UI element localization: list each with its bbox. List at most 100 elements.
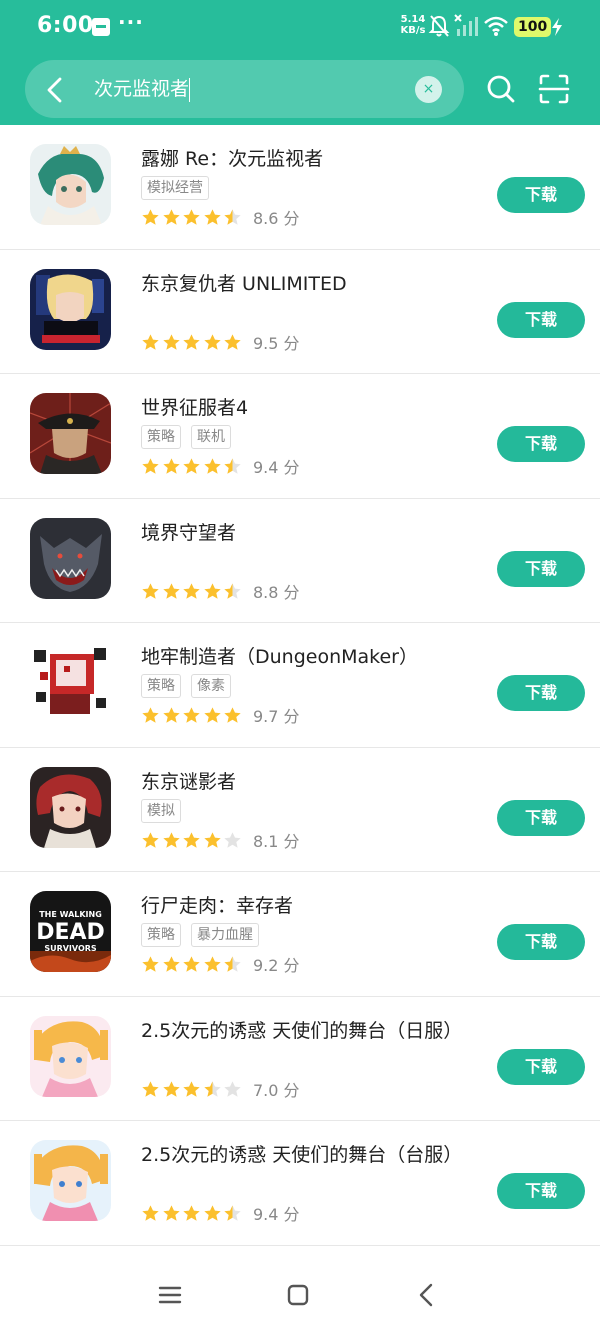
star-icon-full <box>203 956 221 972</box>
network-speed: 5.14 KB/s <box>398 14 428 36</box>
rating-score: 9.4 分 <box>253 1205 300 1224</box>
pixel-dungeon-icon[interactable] <box>30 642 111 723</box>
star-icon-half <box>224 1205 241 1221</box>
app-name[interactable]: 东京谜影者 <box>141 767 236 794</box>
star-rating <box>141 456 244 480</box>
anime-blonde-girl-icon[interactable] <box>30 1015 111 1097</box>
search-icon[interactable] <box>484 72 518 106</box>
red-hair-character-icon[interactable] <box>30 766 111 848</box>
star-icon-full <box>224 333 241 350</box>
anime-blonde-girl-icon-2[interactable] <box>30 1140 111 1221</box>
app-name[interactable]: 世界征服者4 <box>141 393 248 420</box>
scan-icon[interactable] <box>537 72 571 106</box>
anime-green-hair-character-icon[interactable] <box>30 144 111 225</box>
app-list-item[interactable]: 世界征服者4 策略 联机 9.4 分 下载 <box>0 374 600 499</box>
star-icon-full <box>162 707 180 723</box>
star-icon-full <box>203 831 221 848</box>
app-list-item[interactable]: THE WALKING DEAD SURVIVORS 行尸走肉：幸存者 策略 暴力血腥 9.… <box>0 872 600 997</box>
charging-bolt-icon <box>552 18 562 36</box>
app-name[interactable]: 东京复仇者 UNLIMITED <box>141 269 347 296</box>
search-results-list: 露娜 Re：次元监视者 模拟经营 8.6 分下载 东京复仇者 UNLIMITED 9.5… <box>0 125 600 1246</box>
star-icon-full <box>203 582 221 599</box>
star-rating <box>141 705 244 729</box>
search-field[interactable] <box>25 60 464 118</box>
more-notifications-icon: ··· <box>118 10 144 34</box>
app-tags: 策略 暴力血腥 <box>141 923 269 947</box>
notification-card-icon <box>92 18 110 36</box>
download-button[interactable]: 下载 <box>497 426 585 462</box>
download-button[interactable]: 下载 <box>497 1173 585 1209</box>
app-name[interactable]: 露娜 Re：次元监视者 <box>141 144 323 171</box>
app-list-item[interactable]: 东京复仇者 UNLIMITED 9.5 分 下载 <box>0 250 600 374</box>
app-list-item[interactable]: 境界守望者 8.8 分 下载 <box>0 499 600 623</box>
clear-search-button[interactable]: × <box>415 76 442 103</box>
star-icon-full <box>203 458 221 474</box>
star-icon-full <box>162 333 180 350</box>
star-icon-full <box>162 458 180 474</box>
download-button[interactable]: 下载 <box>497 675 585 711</box>
download-button[interactable]: 下载 <box>497 924 585 960</box>
category-tag: 模拟经营 <box>141 176 209 200</box>
star-icon-half <box>224 956 241 972</box>
app-name[interactable]: 行尸走肉：幸存者 <box>141 891 293 918</box>
star-icon-full <box>162 831 180 848</box>
app-list-item[interactable]: 东京谜影者模拟 8.1 分 下载 <box>0 748 600 872</box>
download-button[interactable]: 下载 <box>497 1048 585 1085</box>
star-icon-full <box>183 1205 200 1221</box>
back-nav-icon[interactable] <box>412 1280 442 1310</box>
battery-level: 100 <box>514 17 552 37</box>
star-icon-full <box>142 1205 159 1221</box>
werewolf-icon[interactable] <box>30 517 111 599</box>
star-icon-full <box>224 707 241 723</box>
app-list-item[interactable]: 露娜 Re：次元监视者 模拟经营 8.6 分 下载 <box>0 125 600 250</box>
app-name[interactable]: 2.5次元的诱惑 天使们的舞台（日服） <box>141 1016 462 1043</box>
download-button[interactable]: 下载 <box>497 177 585 213</box>
category-tag: 策略 <box>141 425 181 449</box>
star-icon-full <box>183 458 200 474</box>
app-name[interactable]: 地牢制造者（DungeonMaker） <box>141 642 418 669</box>
download-button[interactable]: 下载 <box>497 799 585 836</box>
rating-score: 9.5 分 <box>253 333 300 353</box>
app-tags: 模拟经营 <box>141 176 219 200</box>
star-rating <box>141 207 244 231</box>
star-icon-full <box>162 582 180 599</box>
download-button[interactable]: 下载 <box>497 550 585 587</box>
app-list-item[interactable]: 2.5次元的诱惑 天使们的舞台（日服） 7.0 分 下载 <box>0 997 600 1121</box>
star-icon-full <box>162 1080 180 1097</box>
app-list-item[interactable]: 2.5次元的诱惑 天使们的舞台（台服） 9.4 分 下载 <box>0 1121 600 1246</box>
star-rating <box>141 830 244 854</box>
star-icon-full <box>203 333 221 350</box>
star-rating <box>141 332 244 356</box>
star-icon-full <box>183 831 200 848</box>
star-icon-full <box>203 1205 221 1221</box>
svg-text:SURVIVORS: SURVIVORS <box>44 944 97 953</box>
back-arrow-icon[interactable] <box>40 74 72 106</box>
header-bar: 6:00 ··· 5.14 KB/s 100 次元监视者 × <box>0 0 600 125</box>
category-tag: 策略 <box>141 923 181 947</box>
rating-score: 8.6 分 <box>253 209 300 228</box>
home-icon[interactable] <box>283 1280 313 1310</box>
star-icon-full <box>142 582 159 599</box>
category-tag: 像素 <box>191 674 231 698</box>
walking-dead-icon[interactable]: THE WALKINGDEADSURVIVORS <box>30 891 111 972</box>
download-button[interactable]: 下载 <box>497 301 585 338</box>
star-rating <box>141 581 244 605</box>
rating-score: 8.8 分 <box>253 582 300 602</box>
wifi-icon <box>484 16 508 36</box>
star-icon-full <box>162 209 180 225</box>
category-tag: 模拟 <box>141 798 181 823</box>
app-name[interactable]: 2.5次元的诱惑 天使们的舞台（台服） <box>141 1140 462 1167</box>
tokyo-revengers-icon[interactable] <box>30 268 111 350</box>
rating-score: 8.1 分 <box>253 831 300 851</box>
rating-score: 7.0 分 <box>253 1080 300 1100</box>
app-name[interactable]: 境界守望者 <box>141 518 236 545</box>
search-input[interactable]: 次元监视者 <box>94 75 189 103</box>
star-icon-full <box>183 209 200 225</box>
app-list-item[interactable]: 地牢制造者（DungeonMaker） 策略 像素 9.7 分 下载 <box>0 623 600 748</box>
menu-icon[interactable] <box>155 1280 185 1310</box>
military-officer-icon[interactable] <box>30 393 111 474</box>
star-icon-full <box>203 209 221 225</box>
star-icon-full <box>183 707 200 723</box>
svg-text:THE WALKING: THE WALKING <box>39 910 102 919</box>
svg-text:DEAD: DEAD <box>36 920 105 945</box>
